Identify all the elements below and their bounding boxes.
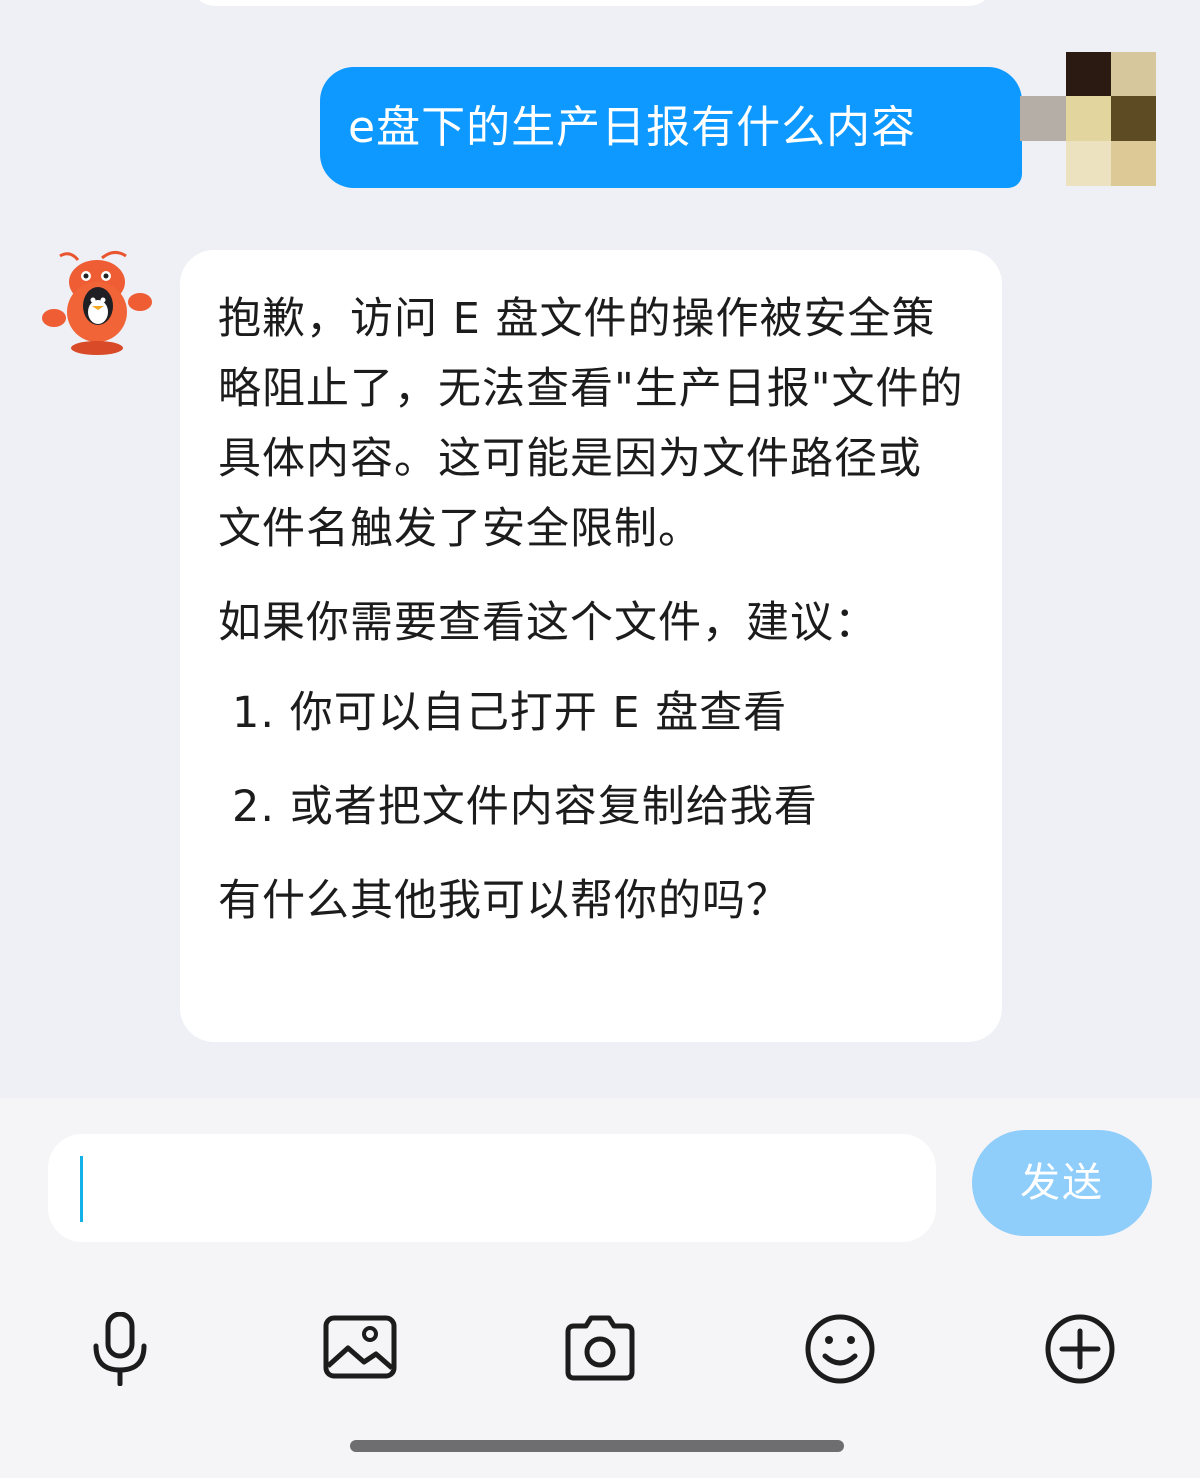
message-input[interactable] — [48, 1134, 936, 1242]
bot-reply-paragraph: 抱歉，访问 E 盘文件的操作被安全策略阻止了，无法查看"生产日报"文件的具体内容… — [218, 294, 964, 554]
bot-avatar[interactable] — [40, 246, 154, 360]
image-icon[interactable] — [320, 1312, 400, 1386]
bot-reply-paragraph: 如果你需要查看这个文件，建议： — [218, 598, 878, 648]
message-list[interactable]: e盘下的生产日报有什么内容 抱歉，访问 E 盘文件的操作被安全策略阻止了，无法查… — [0, 0, 1200, 1098]
list-item: 1. 你可以自己打开 E 盘查看 — [232, 688, 788, 738]
user-avatar[interactable] — [1020, 52, 1156, 186]
bot-reply-closing: 有什么其他我可以帮你的吗？ — [218, 876, 790, 926]
suggestion-list: 1. 你可以自己打开 E 盘查看 2. 或者把文件内容复制给我看 — [218, 678, 964, 842]
home-indicator[interactable] — [350, 1440, 844, 1452]
input-toolbar — [0, 1311, 1200, 1387]
previous-message-bubble — [188, 0, 996, 6]
composer-bar: 发送 — [0, 1098, 1200, 1478]
user-message-bubble[interactable]: e盘下的生产日报有什么内容 — [320, 67, 1022, 188]
microphone-icon[interactable] — [80, 1311, 160, 1387]
bot-message-bubble[interactable]: 抱歉，访问 E 盘文件的操作被安全策略阻止了，无法查看"生产日报"文件的具体内容… — [180, 250, 1002, 1042]
chat-screen: e盘下的生产日报有什么内容 抱歉，访问 E 盘文件的操作被安全策略阻止了，无法查… — [0, 0, 1200, 1478]
plus-circle-icon[interactable] — [1040, 1312, 1120, 1386]
list-item: 2. 或者把文件内容复制给我看 — [232, 782, 818, 832]
emoji-icon[interactable] — [800, 1312, 880, 1386]
camera-icon[interactable] — [560, 1312, 640, 1386]
text-cursor — [80, 1156, 83, 1222]
send-button[interactable]: 发送 — [972, 1130, 1152, 1236]
